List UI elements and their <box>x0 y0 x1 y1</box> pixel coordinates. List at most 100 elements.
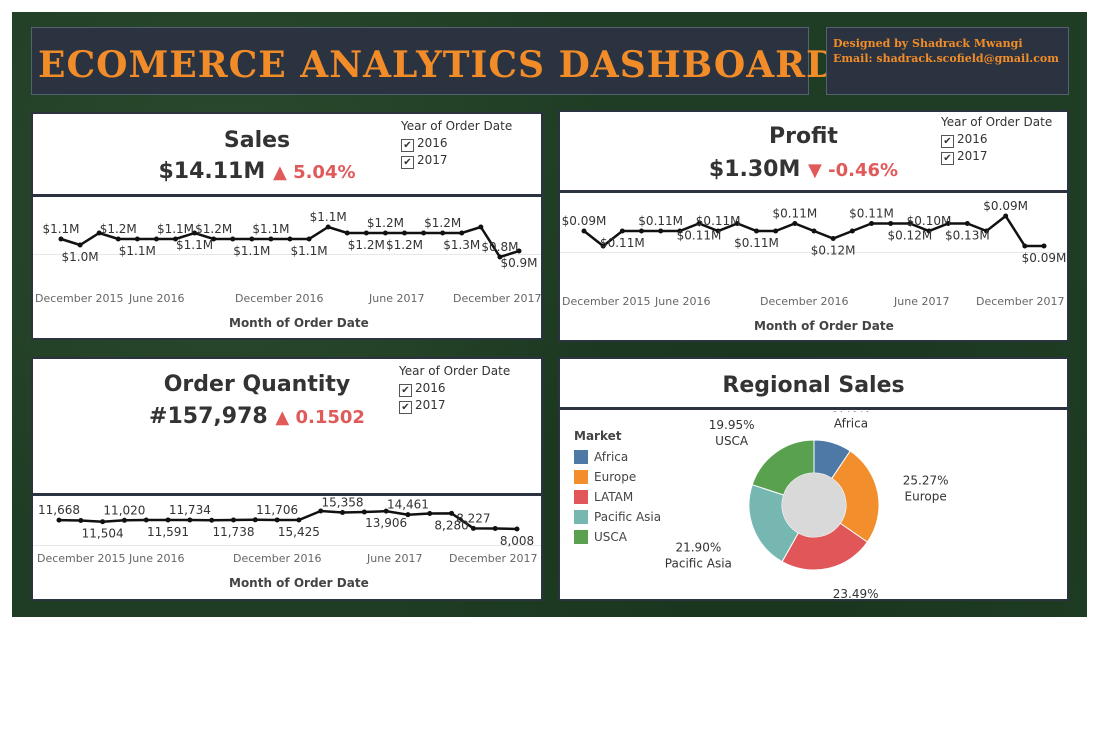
data-point[interactable] <box>382 230 388 236</box>
slice-percent-label: 21.90% <box>675 541 721 555</box>
data-label: 8,008 <box>500 534 534 547</box>
data-point[interactable] <box>268 236 274 242</box>
data-point[interactable] <box>811 228 817 234</box>
data-point[interactable] <box>773 228 779 234</box>
data-point[interactable] <box>230 236 236 242</box>
checkbox-icon[interactable]: ✔ <box>941 152 954 165</box>
data-label: 11,706 <box>256 503 298 517</box>
year-filter-2016[interactable]: ✔ 2016 <box>941 131 1052 148</box>
data-label: 11,591 <box>147 525 189 539</box>
data-point[interactable] <box>230 517 236 523</box>
data-point[interactable] <box>100 519 106 525</box>
data-point[interactable] <box>492 525 498 531</box>
slice-category-label: USCA <box>715 434 749 448</box>
up-triangle-icon: ▲ <box>275 407 290 428</box>
x-tick: June 2016 <box>129 292 185 305</box>
data-point[interactable] <box>77 242 83 248</box>
data-point[interactable] <box>792 221 798 226</box>
data-point[interactable] <box>344 230 350 236</box>
data-label: $1.1M <box>310 210 347 224</box>
year-filter-2017[interactable]: ✔ 2017 <box>399 397 510 414</box>
data-point[interactable] <box>849 228 855 234</box>
x-axis-title: Month of Order Date <box>229 576 369 590</box>
year-filter-2017[interactable]: ✔ 2017 <box>941 148 1052 165</box>
data-point[interactable] <box>964 221 970 226</box>
data-point[interactable] <box>287 236 293 242</box>
data-point[interactable] <box>56 517 62 523</box>
data-point[interactable] <box>402 230 407 236</box>
x-tick: June 2017 <box>894 295 950 308</box>
data-point[interactable] <box>252 517 258 523</box>
year-filter-2016[interactable]: ✔ 2016 <box>399 380 510 397</box>
data-point[interactable] <box>421 230 427 236</box>
data-label: $1.1M <box>176 238 213 252</box>
data-point[interactable] <box>470 525 476 531</box>
data-point[interactable] <box>165 517 171 523</box>
data-point[interactable] <box>274 517 280 523</box>
dashboard-board: ECOMERCE ANALYTICS DASHBOARD Designed by… <box>12 12 1087 617</box>
sales-separator <box>33 194 541 197</box>
sales-year-filter: Year of Order Date ✔ 2016 ✔ 2017 <box>401 118 512 169</box>
orders-value: #157,978 <box>149 404 268 429</box>
data-label: $1.1M <box>233 244 270 258</box>
checkbox-icon[interactable]: ✔ <box>399 401 412 414</box>
year-filter-2017[interactable]: ✔ 2017 <box>401 152 512 169</box>
data-point[interactable] <box>249 236 255 242</box>
data-label: $1.3M <box>443 238 480 252</box>
data-point[interactable] <box>134 236 140 242</box>
data-point[interactable] <box>325 224 331 230</box>
profit-separator <box>560 190 1067 193</box>
checkbox-icon[interactable]: ✔ <box>941 135 954 148</box>
data-point[interactable] <box>143 517 149 523</box>
data-point[interactable] <box>187 517 193 523</box>
data-label: $1.1M <box>42 222 79 236</box>
data-point[interactable] <box>449 510 455 516</box>
data-point[interactable] <box>363 230 369 236</box>
data-point[interactable] <box>581 228 587 234</box>
data-label: $0.12M <box>887 229 932 243</box>
data-point[interactable] <box>296 517 302 523</box>
data-label: $0.11M <box>772 207 817 221</box>
checkbox-icon[interactable]: ✔ <box>401 139 414 152</box>
data-point[interactable] <box>58 236 64 242</box>
year-filter-title: Year of Order Date <box>399 364 511 378</box>
data-point[interactable] <box>1022 243 1028 249</box>
year-filter-title: Year of Order Date <box>401 119 513 133</box>
data-point[interactable] <box>361 509 367 515</box>
data-point[interactable] <box>639 228 644 234</box>
regional-donut-chart: 9.40%Africa25.27%Europe23.49%LATAM21.90%… <box>665 411 949 599</box>
data-point[interactable] <box>459 230 465 236</box>
slice-category-label: Pacific Asia <box>665 557 732 571</box>
data-label: $0.8M <box>481 240 518 254</box>
data-point[interactable] <box>619 228 625 234</box>
data-point[interactable] <box>478 224 484 230</box>
data-point[interactable] <box>888 221 894 226</box>
checkbox-icon[interactable]: ✔ <box>401 156 414 169</box>
data-point[interactable] <box>754 228 759 234</box>
data-point[interactable] <box>121 517 127 523</box>
data-point[interactable] <box>1003 213 1009 219</box>
data-point[interactable] <box>658 228 664 234</box>
data-point[interactable] <box>115 236 121 242</box>
data-point[interactable] <box>427 510 433 516</box>
data-label: $0.10M <box>907 214 952 228</box>
data-point[interactable] <box>209 517 215 523</box>
sales-line-chart: $1.1M$1.0M$1.2M$1.1M$1.1M$1.1M$1.2M$1.1M… <box>42 210 537 270</box>
data-label: $0.11M <box>600 236 645 250</box>
year-filter-2016[interactable]: ✔ 2016 <box>401 135 512 152</box>
data-point[interactable] <box>514 526 520 532</box>
data-point[interactable] <box>830 236 836 241</box>
data-label: $0.09M <box>1022 251 1067 265</box>
data-label: $0.12M <box>811 244 856 258</box>
data-point[interactable] <box>869 221 874 226</box>
checkbox-icon[interactable]: ✔ <box>399 384 412 397</box>
data-point[interactable] <box>440 230 446 236</box>
profit-value: $1.30M <box>708 157 801 182</box>
data-point[interactable] <box>1041 243 1047 249</box>
data-point[interactable] <box>340 510 346 516</box>
data-point[interactable] <box>78 518 84 524</box>
profit-year-filter: Year of Order Date ✔ 2016 ✔ 2017 <box>941 114 1052 165</box>
data-label: $0.11M <box>849 207 894 221</box>
data-point[interactable] <box>153 236 159 242</box>
data-point[interactable] <box>306 236 312 242</box>
